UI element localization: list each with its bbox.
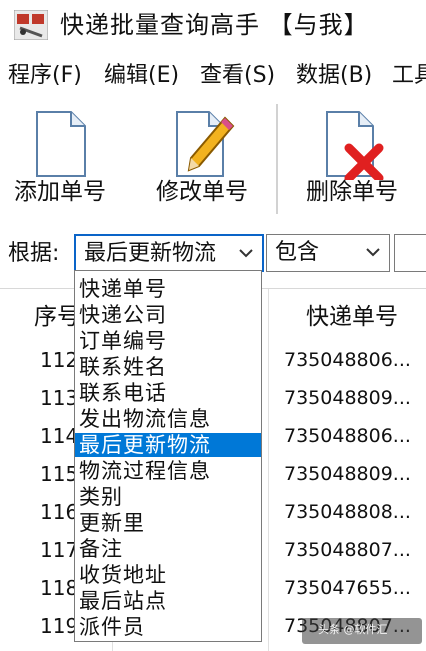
app-icon: [14, 10, 48, 40]
delete-number-label: 删除单号: [306, 179, 398, 205]
match-select-value: 包含: [275, 240, 320, 265]
row-seq: 112: [40, 348, 79, 372]
row-tracking-number: 735048809...: [284, 387, 411, 409]
row-tracking-number: 735048806...: [284, 349, 411, 371]
row-seq: 117: [40, 538, 79, 562]
chevron-down-icon: [239, 249, 253, 258]
delete-icon: [326, 111, 384, 180]
dropdown-option-selected[interactable]: 最后更新物流: [75, 433, 261, 457]
edit-number-label: 修改单号: [156, 179, 248, 205]
row-seq: 118: [40, 576, 79, 600]
search-input[interactable]: [394, 234, 426, 272]
dropdown-option[interactable]: 快递公司: [75, 303, 261, 327]
row-seq: 113: [40, 386, 79, 410]
menu-data[interactable]: 数据(B): [296, 60, 372, 92]
field-dropdown-list: 快递单号 快递公司 订单编号 联系姓名 联系电话 发出物流信息 最后更新物流 物…: [74, 270, 262, 642]
row-tracking-number: 735048808...: [284, 501, 411, 523]
row-tracking-number: 735048807...: [284, 539, 411, 561]
field-select[interactable]: 最后更新物流: [74, 234, 264, 272]
window-title: 快递批量查询高手 【与我】: [60, 11, 369, 39]
add-number-label: 添加单号: [14, 179, 106, 205]
delete-number-button[interactable]: 删除单号: [296, 100, 408, 218]
dropdown-option[interactable]: 类别: [75, 485, 261, 509]
menu-view[interactable]: 查看(S): [200, 60, 275, 92]
toolbar-separator: [276, 104, 278, 214]
edit-pencil-icon: [176, 111, 235, 177]
row-seq: 115: [40, 462, 79, 486]
filter-label: 根据:: [8, 241, 60, 266]
dropdown-option[interactable]: 发出物流信息: [75, 407, 261, 431]
toolbar: 添加单号 修改单号 删除单号: [0, 100, 426, 220]
row-seq: 116: [40, 500, 79, 524]
field-select-value: 最后更新物流: [84, 241, 217, 266]
row-tracking-number: 735048806...: [284, 425, 411, 447]
row-tracking-number: 735047655...: [284, 577, 411, 599]
dropdown-option[interactable]: 快递单号: [75, 277, 261, 301]
row-seq: 114: [40, 424, 79, 448]
title-bar: 快递批量查询高手 【与我】: [0, 0, 426, 50]
dropdown-option[interactable]: 派件员: [75, 615, 261, 639]
row-tracking-number: 735048809...: [284, 463, 411, 485]
menu-tools[interactable]: 工具: [392, 60, 426, 92]
row-seq: 119: [40, 614, 79, 638]
dropdown-option[interactable]: 联系电话: [75, 381, 261, 405]
watermark: 头条 @软件汇: [318, 623, 388, 636]
dropdown-option[interactable]: 联系姓名: [75, 355, 261, 379]
dropdown-option[interactable]: 更新里: [75, 511, 261, 535]
document-icon: [36, 111, 86, 177]
menu-program[interactable]: 程序(F): [8, 60, 82, 92]
column-header-tracking-number[interactable]: 快递单号: [306, 301, 398, 333]
menu-bar: 程序(F) 编辑(E) 查看(S) 数据(B) 工具: [0, 54, 426, 98]
dropdown-option[interactable]: 备注: [75, 537, 261, 561]
menu-edit[interactable]: 编辑(E): [104, 60, 179, 92]
edit-number-button[interactable]: 修改单号: [148, 100, 256, 218]
chevron-down-icon: [366, 248, 380, 257]
dropdown-option[interactable]: 物流过程信息: [75, 459, 261, 483]
match-select[interactable]: 包含: [266, 234, 390, 272]
dropdown-option[interactable]: 最后站点: [75, 589, 261, 613]
dropdown-option[interactable]: 订单编号: [75, 329, 261, 353]
dropdown-option[interactable]: 收货地址: [75, 563, 261, 587]
add-number-button[interactable]: 添加单号: [6, 100, 114, 218]
